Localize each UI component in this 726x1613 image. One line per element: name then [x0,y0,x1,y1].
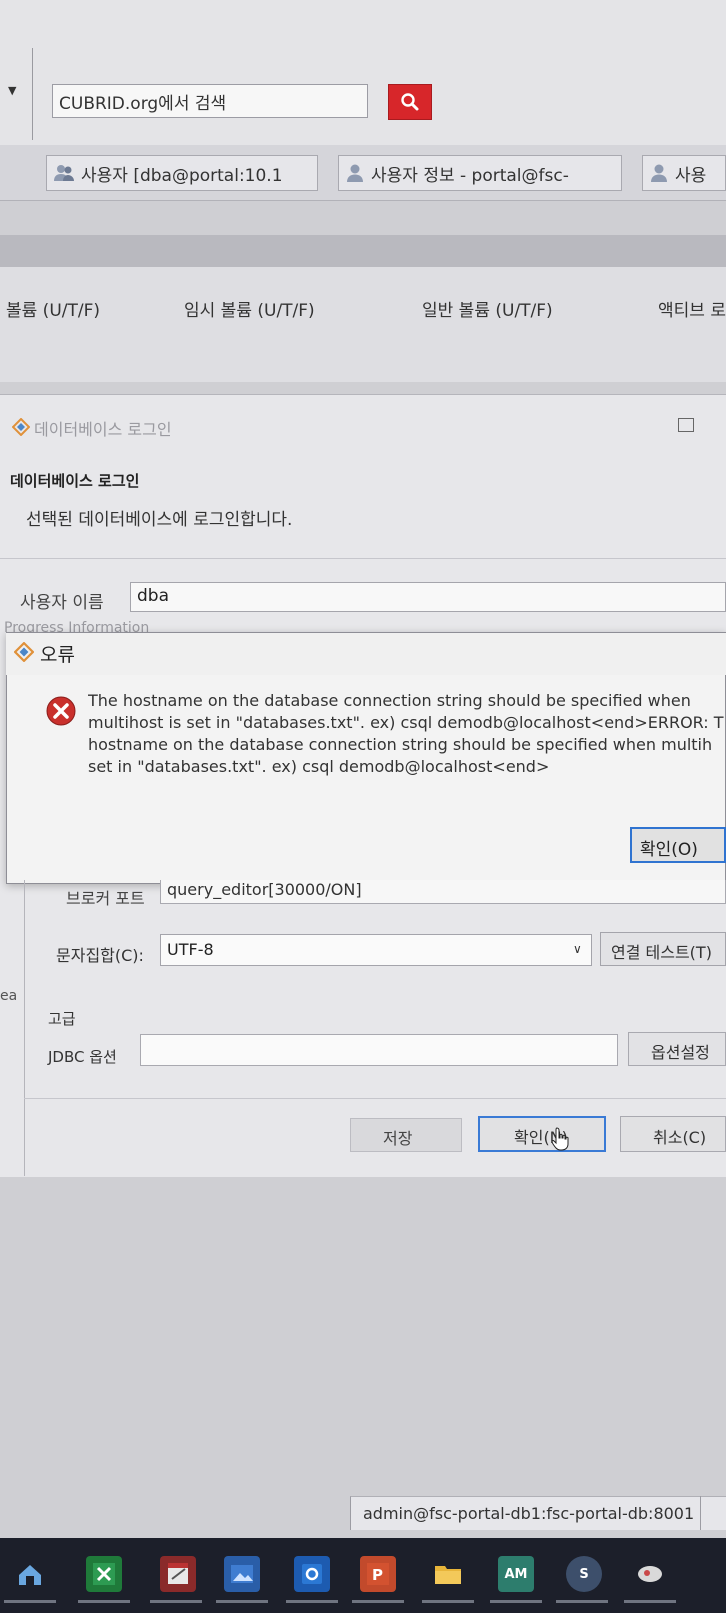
column-header[interactable]: 일반 볼륨 (U/T/F) [422,296,553,321]
cancel-button[interactable]: 취소(C) [620,1116,726,1152]
dialog-border [24,880,25,1176]
taskbar-active-indicator [216,1600,268,1603]
explorer-icon[interactable] [430,1556,466,1592]
taskbar-active-indicator [422,1600,474,1603]
jdbc-options-field[interactable] [140,1034,618,1066]
column-header[interactable]: 볼륨 (U/T/F) [6,296,100,321]
broker-port-label: 브로커 포트 [66,889,145,908]
tab-user-3[interactable]: 사용 [642,155,726,191]
hand-cursor-icon [552,1127,569,1151]
username-label: 사용자 이름 [20,593,104,613]
taskbar-active-indicator [556,1600,608,1603]
broker-port-select[interactable]: query_editor[30000/ON] [160,880,726,904]
error-ok-button[interactable]: 확인(O) [630,827,726,863]
tab-label: 사용 [675,165,707,186]
outlook-icon[interactable] [294,1556,330,1592]
cubrid-logo-icon [14,642,34,662]
cubrid-logo-icon [12,418,30,436]
dialog-description: 선택된 데이터베이스에 로그인합니다. [26,510,293,530]
tab-label: 사용자 정보 - portal@fsc- [371,165,569,186]
charset-select[interactable]: UTF-8 [160,934,592,966]
error-message: The hostname on the database connection … [88,691,724,776]
taskbar-active-indicator [624,1600,676,1603]
tab-label: 사용자 [dba@portal:10.1 [81,165,283,186]
other-icon[interactable] [632,1556,668,1592]
volume-table-header [0,267,726,382]
search-icon [401,93,419,111]
tab-user-dba[interactable]: 사용자 [dba@portal:10.1 [46,155,318,191]
taskbar-active-indicator [490,1600,542,1603]
taskbar-active-indicator [150,1600,202,1603]
search-input[interactable]: CUBRID.org에서 검색 [52,84,368,118]
maximize-button[interactable] [678,418,694,432]
user-icon [651,164,667,182]
taskbar-active-indicator [286,1600,338,1603]
save-button[interactable]: 저장 [350,1118,462,1152]
excel-icon[interactable] [86,1556,122,1592]
search-button[interactable] [388,84,432,120]
am-icon[interactable]: AM [498,1556,534,1592]
start-icon[interactable] [12,1556,48,1592]
svg-text:P: P [372,1566,383,1584]
tab-user-info[interactable]: 사용자 정보 - portal@fsc- [338,155,622,191]
error-dialog-title: 오류 [40,644,75,666]
status-divider [700,1496,701,1530]
column-header[interactable]: 액티브 로 [658,296,726,321]
username-field[interactable]: dba [130,582,726,612]
error-icon [46,696,76,726]
powerpoint-icon[interactable]: P [360,1556,396,1592]
clipped-label: ea [0,988,18,1004]
am-icon-label: AM [504,1566,528,1582]
jdbc-options-label: JDBC 옵션 [48,1048,117,1066]
s-icon-label: S [579,1566,589,1582]
divider [24,1098,726,1099]
taskbar-active-indicator [4,1600,56,1603]
status-bar: admin@fsc-portal-db1:fsc-portal-db:8001 [350,1496,726,1530]
connection-test-button[interactable]: 연결 테스트(T) [600,932,726,966]
column-header[interactable]: 임시 볼륨 (U/T/F) [184,296,315,321]
error-dialog-titlebar [6,633,726,675]
photos-icon[interactable] [224,1556,260,1592]
dialog-title: 데이터베이스 로그인 [34,420,172,439]
charset-label: 문자집합(C): [56,946,144,965]
taskbar-active-indicator [78,1600,130,1603]
chevron-down-icon[interactable]: ∨ [573,942,582,956]
advanced-section-label: 고급 [48,1010,76,1028]
s-icon[interactable]: S [566,1556,602,1592]
divider [0,558,726,559]
user-icon [347,164,363,182]
notepad-icon[interactable] [160,1556,196,1592]
users-icon [54,165,74,181]
option-settings-button[interactable]: 옵션설정 [628,1032,726,1066]
taskbar-active-indicator [352,1600,404,1603]
dropdown-arrow-icon[interactable]: ▼ [8,84,16,97]
section-band [0,235,726,267]
top-toolbar [0,0,726,146]
ok-button[interactable]: 확인(N) [478,1116,606,1152]
toolbar-divider [32,48,33,140]
dialog-heading: 데이터베이스 로그인 [10,472,140,490]
